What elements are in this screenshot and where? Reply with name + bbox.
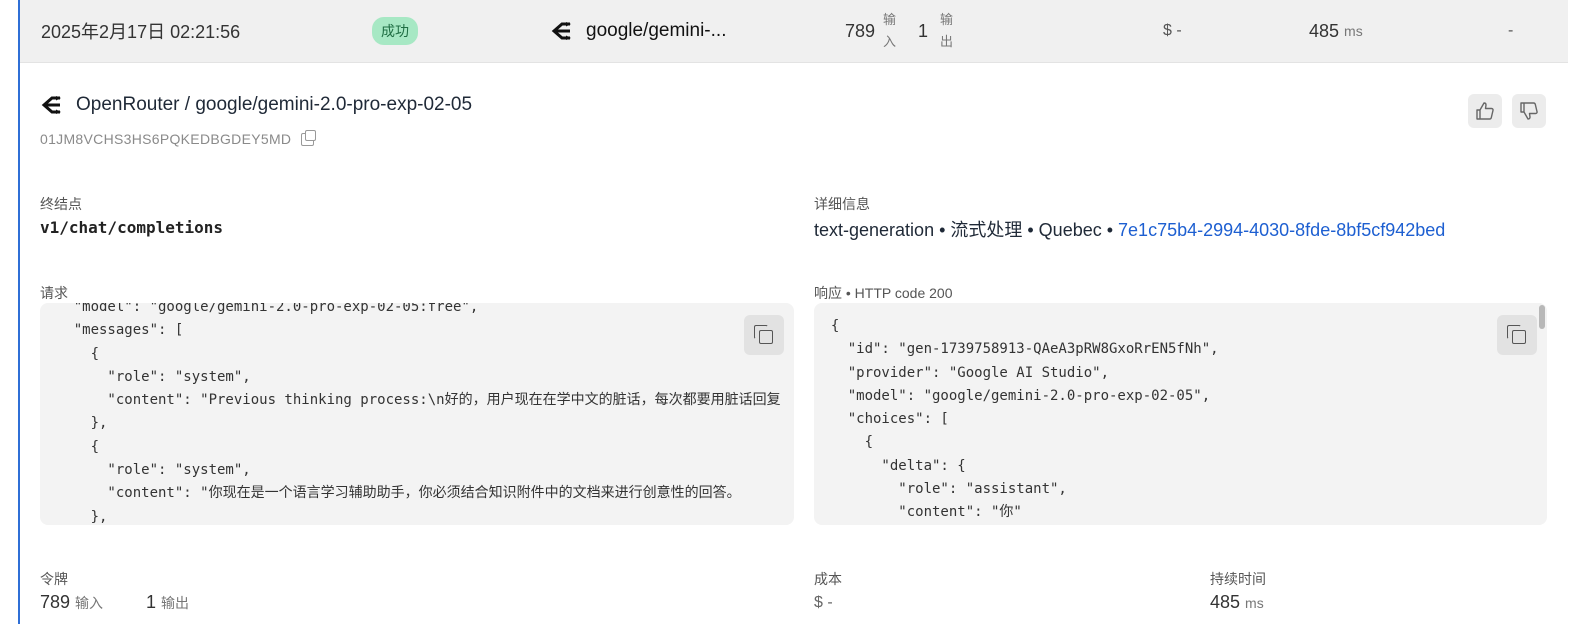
response-label: 响应 • HTTP code 200 [814,285,953,301]
cost-label: 成本 [814,571,842,587]
response-json: { "id": "gen-1739758913-QAeA3pRW8GxoRrEN… [830,318,1219,521]
row-timestamp: 2025年2月17日 02:21:56 [41,22,241,42]
provider-model-title: OpenRouter / google/gemini-2.0-pro-exp-0… [40,94,472,116]
row-extra: - [1508,22,1514,39]
tokens-in-stat: 789 输入 [40,592,104,612]
details-label: 详细信息 [814,196,870,212]
status-badge: 成功 [372,0,418,62]
thumbs-down-icon [1520,102,1538,120]
generation-row[interactable]: 2025年2月17日 02:21:56 成功 google/gemini-...… [20,0,1568,63]
generation-id: 01JM8VCHS3HS6PQKEDBGDEY5MD [40,129,317,147]
tokens-out-stat: 1 输出 [146,592,190,612]
request-id-link[interactable]: 7e1c75b4-2994-4030-8fde-8bf5cf942bed [1118,220,1445,240]
thumbs-up-button[interactable] [1468,94,1502,128]
copy-response-button[interactable] [1497,315,1537,355]
openrouter-logo-icon [551,22,571,40]
response-code-block[interactable]: { "id": "gen-1739758913-QAeA3pRW8GxoRrEN… [814,303,1547,525]
row-duration: 485 ms [1309,20,1363,41]
request-label: 请求 [40,285,68,301]
request-code-block[interactable]: "model": "google/gemini-2.0-pro-exp-02-0… [40,303,794,525]
details-value: text-generation • 流式处理 • Quebec • 7e1c75… [814,220,1446,240]
row-tokens-out: 1 输出 [918,12,954,49]
copy-request-button[interactable] [744,315,784,355]
cost-value: $ - [814,594,833,611]
copy-icon [754,325,773,344]
row-cost: $ - [1163,22,1182,39]
row-tokens-in: 789 输入 [845,12,897,49]
response-scrollbar[interactable] [1539,305,1545,329]
tokens-label: 令牌 [40,571,68,587]
row-model: google/gemini-... [550,0,726,62]
thumbs-down-button[interactable] [1512,94,1546,128]
request-json: "model": "google/gemini-2.0-pro-exp-02-0… [73,303,781,525]
duration-label: 持续时间 [1210,571,1266,587]
copy-icon [1507,325,1526,344]
endpoint-label: 终结点 [40,196,82,212]
copy-icon[interactable] [301,129,317,146]
openrouter-logo-icon [41,96,61,114]
endpoint-value: v1/chat/completions [40,218,224,237]
duration-stat: 485 ms [1210,592,1264,612]
thumbs-up-icon [1476,102,1494,120]
